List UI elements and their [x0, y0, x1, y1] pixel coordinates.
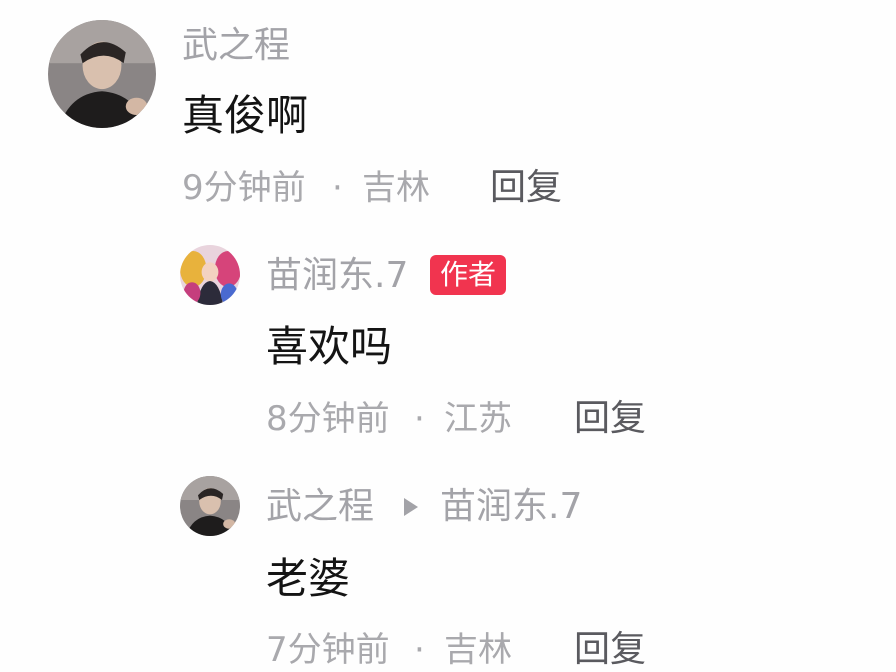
reply-button[interactable]: 回复 — [490, 170, 562, 206]
reply-arrow-icon — [404, 498, 418, 516]
reply-button[interactable]: 回复 — [574, 401, 646, 437]
comment-location: 江苏 — [444, 399, 512, 439]
avatar[interactable] — [180, 245, 240, 305]
comment-username[interactable]: 武之程 — [266, 489, 374, 525]
avatar[interactable] — [180, 476, 240, 536]
reply-to-username[interactable]: 苗润东.7 — [440, 489, 582, 525]
comment-username[interactable]: 武之程 — [182, 28, 290, 64]
comment-thread: 武之程 真俊啊 9分钟前 · 吉林 回复 苗润东.7 作者 喜欢吗 8分钟前 ·… — [0, 0, 896, 672]
meta-separator: · — [414, 399, 425, 439]
comment-username[interactable]: 苗润东.7 — [266, 258, 408, 294]
comment-text: 老婆 — [266, 554, 351, 603]
author-badge: 作者 — [430, 255, 507, 295]
author-photo-icon — [180, 245, 240, 305]
user-photo-icon — [180, 476, 240, 536]
comment-time: 7分钟前 — [266, 630, 390, 670]
comment-time: 8分钟前 — [266, 399, 390, 439]
meta-separator: · — [414, 630, 425, 670]
user-photo-icon — [48, 20, 156, 128]
meta-separator: · — [332, 168, 343, 208]
comment-location: 吉林 — [362, 168, 430, 208]
comment-time: 9分钟前 — [182, 168, 306, 208]
comment-text: 真俊啊 — [182, 91, 309, 140]
comment-location: 吉林 — [444, 630, 512, 670]
avatar[interactable] — [48, 20, 156, 128]
reply-button[interactable]: 回复 — [574, 632, 646, 668]
comment-text: 喜欢吗 — [266, 322, 393, 371]
